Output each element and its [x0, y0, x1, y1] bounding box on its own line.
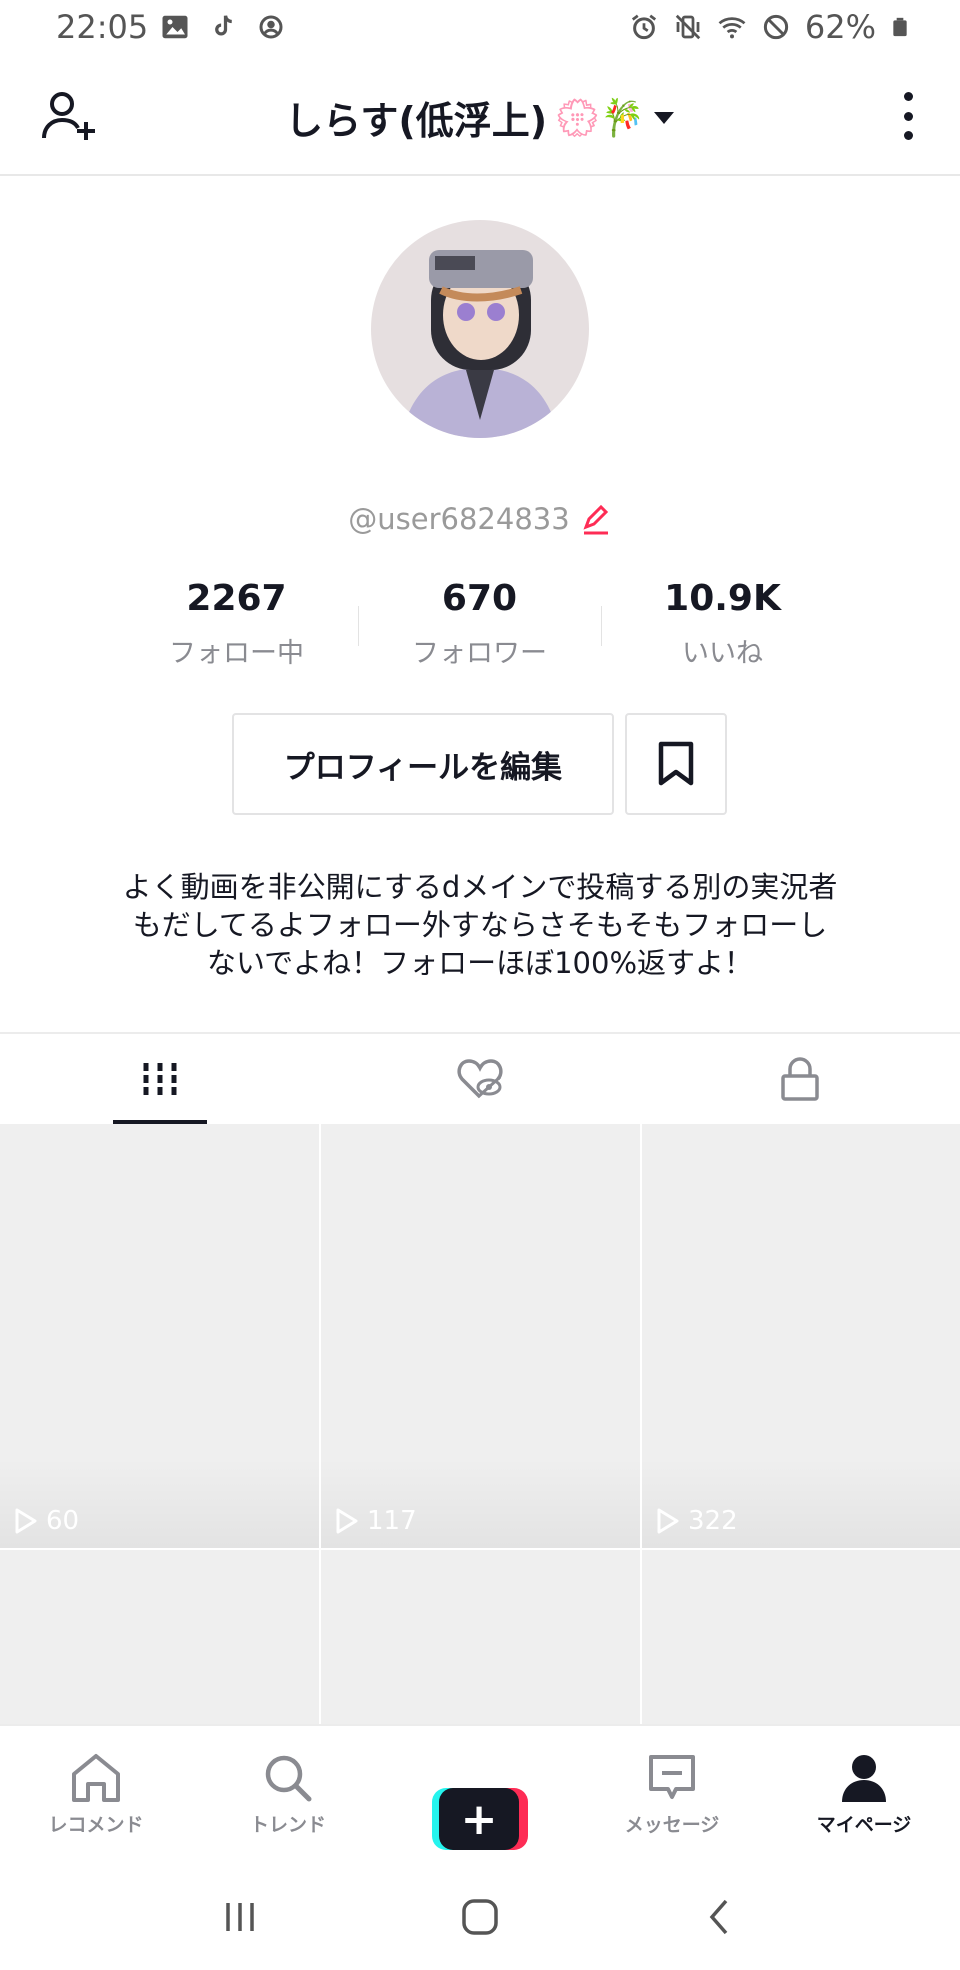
bookmark-button[interactable]: [625, 713, 727, 815]
videos-grid-icon: [143, 1063, 177, 1095]
following-count: 2267: [186, 578, 287, 619]
following-label: フォロー中: [169, 638, 304, 669]
tab-private[interactable]: [640, 1034, 960, 1124]
view-count-value: 60: [46, 1506, 80, 1536]
video-thumbnail[interactable]: [642, 1550, 960, 1726]
likes-label: いいね: [682, 638, 763, 669]
username-handle: @user6824833: [348, 502, 570, 536]
nav-home-label: レコメンド: [48, 1814, 144, 1836]
bio-line: よく動画を非公開にするdメインで投稿する別の実況者: [122, 870, 838, 904]
account-switcher[interactable]: しらす(低浮上) 💮🎋: [0, 90, 960, 145]
back-icon[interactable]: [700, 1897, 740, 1937]
video-thumbnail[interactable]: 322: [642, 1124, 960, 1548]
play-icon: [336, 1508, 358, 1534]
video-thumbnail[interactable]: 60: [0, 1124, 319, 1548]
followers-count: 670: [441, 578, 518, 619]
nav-trend-label: トレンド: [249, 1814, 326, 1836]
nav-profile-label: マイページ: [816, 1814, 912, 1836]
status-bar: 22:05 62%: [0, 0, 960, 56]
profile-header: しらす(低浮上) 💮🎋: [0, 56, 960, 176]
avatar-drawing: [371, 220, 589, 438]
nav-profile[interactable]: マイページ: [768, 1726, 960, 1864]
nav-messages-label: メッセージ: [624, 1814, 720, 1836]
battery-percent: 62%: [804, 8, 876, 46]
bio-line: もだしてるよフォロー外すならさそもそもフォローし: [132, 908, 828, 942]
status-time: 22:05: [56, 8, 149, 46]
followers-label: フォロワー: [412, 638, 547, 669]
home-icon: [72, 1754, 120, 1802]
nav-create[interactable]: +: [384, 1726, 576, 1864]
battery-icon: [893, 17, 907, 37]
stat-following[interactable]: 2267 フォロー中: [115, 578, 358, 678]
edit-pencil-icon[interactable]: [580, 503, 612, 535]
sync-icon: [259, 15, 283, 39]
recent-apps-icon[interactable]: [220, 1897, 260, 1937]
vibrate-icon: [675, 14, 701, 40]
play-icon: [657, 1508, 679, 1534]
wifi-icon: [718, 17, 746, 39]
video-thumbnail[interactable]: [321, 1550, 640, 1726]
nav-trend[interactable]: トレンド: [192, 1726, 384, 1864]
tab-videos[interactable]: [0, 1034, 320, 1124]
profile-tabs: [0, 1032, 960, 1124]
play-icon: [15, 1508, 37, 1534]
home-button-icon[interactable]: [460, 1897, 500, 1937]
bottom-nav: レコメンド トレンド + メッセージ マイページ: [0, 1724, 960, 1864]
video-grid: 60 117 322: [0, 1124, 960, 1726]
tab-liked[interactable]: [320, 1034, 640, 1124]
profile-stats: 2267 フォロー中 670 フォロワー 10.9K いいね: [115, 578, 845, 678]
account-name-emoji: 💮🎋: [555, 97, 645, 139]
tiktok-icon: [215, 15, 232, 36]
create-plus-icon[interactable]: +: [432, 1788, 528, 1850]
more-vertical-icon[interactable]: [896, 86, 920, 146]
edit-profile-button[interactable]: プロフィールを編集: [232, 713, 614, 815]
nav-messages[interactable]: メッセージ: [576, 1726, 768, 1864]
profile-bio: よく動画を非公開にするdメインで投稿する別の実況者 もだしてるよフォロー外すなら…: [80, 868, 880, 982]
gallery-icon: [162, 15, 188, 39]
bookmark-icon: [658, 741, 694, 786]
liked-hidden-icon: [457, 1059, 503, 1099]
video-thumbnail[interactable]: 117: [321, 1124, 640, 1548]
search-icon: [265, 1755, 312, 1802]
view-count-value: 117: [367, 1506, 417, 1536]
chevron-down-icon: [653, 111, 674, 124]
stat-followers[interactable]: 670 フォロワー: [358, 578, 601, 678]
view-count: 60: [14, 1506, 79, 1536]
lock-icon: [781, 1057, 819, 1101]
alarm-icon: [631, 14, 656, 40]
handle-row[interactable]: @user6824833: [0, 502, 960, 536]
video-thumbnail[interactable]: [0, 1550, 319, 1726]
do-not-disturb-icon: [763, 14, 788, 40]
view-count: 322: [656, 1506, 738, 1536]
avatar[interactable]: [371, 220, 589, 438]
system-nav-bar: [0, 1864, 960, 1970]
view-count: 117: [335, 1506, 417, 1536]
account-name: しらす(低浮上): [285, 99, 548, 143]
nav-home[interactable]: レコメンド: [0, 1726, 192, 1864]
likes-count: 10.9K: [664, 578, 781, 619]
profile-icon: [842, 1755, 886, 1802]
stat-likes[interactable]: 10.9K いいね: [601, 578, 844, 678]
bio-line: ないでよね！フォローほぼ100%返すよ！: [206, 946, 754, 980]
message-icon: [649, 1755, 695, 1799]
view-count-value: 322: [688, 1506, 738, 1536]
